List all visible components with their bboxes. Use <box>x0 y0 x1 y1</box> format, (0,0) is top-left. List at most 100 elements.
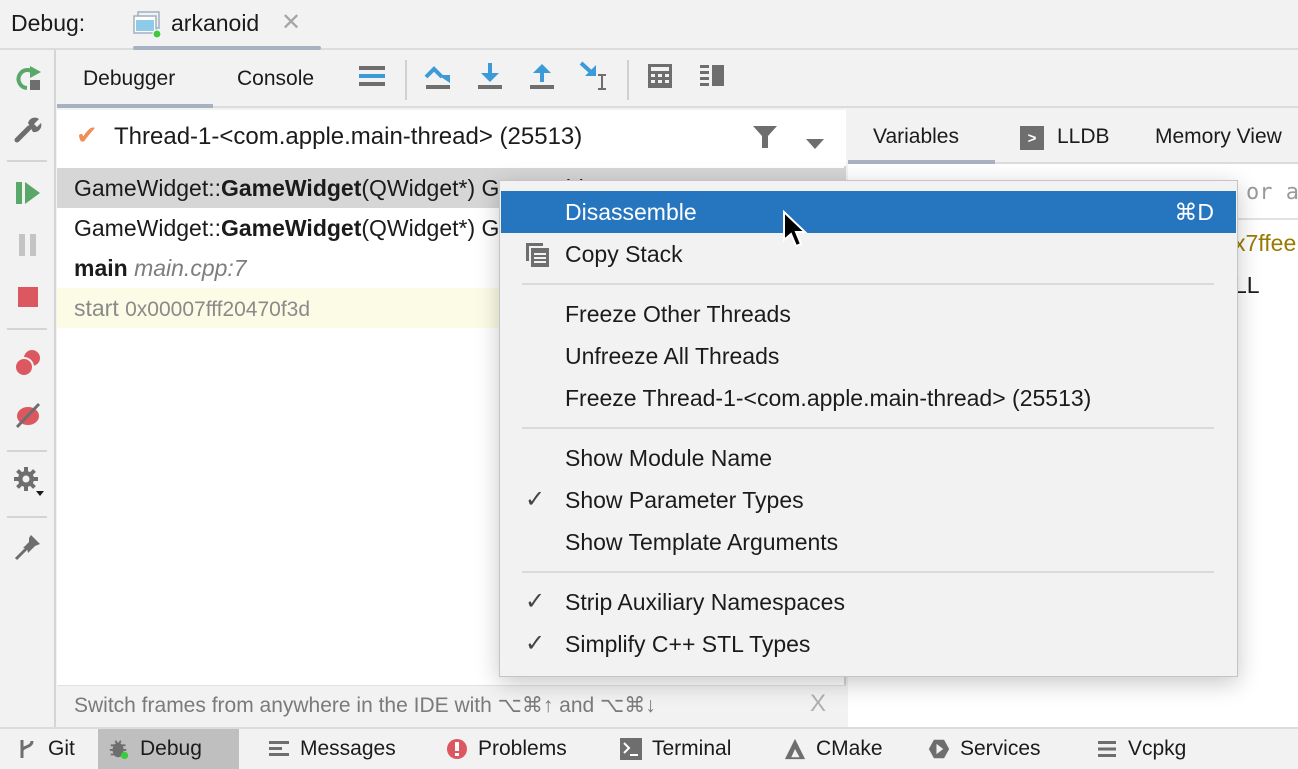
gear-icon <box>12 465 44 503</box>
menu-item-label: Show Parameter Types <box>565 487 804 513</box>
chevron-down-icon <box>804 130 826 156</box>
frame-function: GameWidget <box>221 215 362 241</box>
frame-address: 0x00007fff20470f3d <box>125 298 311 321</box>
menu-item-label: Freeze Thread-1-<com.apple.main-thread> … <box>565 385 1092 411</box>
evaluate-expression-button[interactable] <box>645 64 675 94</box>
messages-icon <box>268 738 290 760</box>
debug-label: Debug: <box>11 10 86 36</box>
frame-function: GameWidget <box>221 175 362 201</box>
toolbar-separator <box>627 60 629 100</box>
tool-window-cmake[interactable]: CMake <box>774 729 893 769</box>
menu-item-copy-stack[interactable]: Copy Stack <box>499 233 1238 275</box>
step-into-button[interactable] <box>475 62 505 96</box>
resume-button[interactable] <box>10 178 46 214</box>
tool-window-debug[interactable]: Debug <box>98 729 239 769</box>
close-icon[interactable]: ✕ <box>281 8 301 37</box>
menu-item-label: Simplify C++ STL Types <box>565 631 811 657</box>
problems-icon <box>446 738 468 760</box>
layout-settings-button[interactable] <box>697 64 727 94</box>
tool-window-vcpkg[interactable]: Vcpkg <box>1086 729 1196 769</box>
close-hint-icon[interactable]: X <box>810 690 826 718</box>
filter-button[interactable] <box>752 124 778 150</box>
view-breakpoints-button[interactable] <box>10 348 46 384</box>
variable-value[interactable]: x7ffee <box>1234 230 1296 257</box>
menu-separator <box>522 283 1214 285</box>
tool-window-label: Terminal <box>652 737 732 760</box>
menu-item-show-parameter-types[interactable]: ✓ Show Parameter Types <box>499 479 1238 521</box>
checkmark-icon: ✓ <box>525 588 546 615</box>
mute-breakpoints-button[interactable] <box>10 400 46 436</box>
stop-icon <box>17 286 39 314</box>
tab-console[interactable]: Console <box>237 67 314 91</box>
frame-class: GameWidget:: <box>74 215 221 241</box>
bug-icon <box>108 738 130 760</box>
hint-text: Switch frames from anywhere in the IDE w… <box>74 694 656 717</box>
run-to-cursor-button[interactable] <box>579 61 609 97</box>
menu-item-show-template-arguments[interactable]: Show Template Arguments <box>499 521 1238 563</box>
menu-item-label: Show Module Name <box>565 445 773 471</box>
tab-memory-view[interactable]: Memory View <box>1155 125 1282 149</box>
tool-window-git[interactable]: Git <box>6 729 85 769</box>
session-tab-arkanoid[interactable]: arkanoid ✕ <box>133 0 321 50</box>
settings-menu-button[interactable] <box>10 466 46 502</box>
pause-button[interactable] <box>10 230 46 266</box>
run-to-cursor-icon <box>579 61 609 97</box>
toolbar-separator <box>7 160 47 162</box>
layout-icon <box>699 63 725 95</box>
active-tab-indicator <box>848 160 995 164</box>
calculator-icon <box>647 63 673 95</box>
thread-dropdown-button[interactable] <box>804 130 826 149</box>
git-branch-icon <box>16 738 38 760</box>
tool-window-label: Services <box>960 737 1041 760</box>
menu-item-show-module-name[interactable]: Show Module Name <box>499 437 1238 479</box>
copy-icon <box>525 242 551 268</box>
stop-button[interactable] <box>10 282 46 318</box>
menu-item-strip-auxiliary-namespaces[interactable]: ✓ Strip Auxiliary Namespaces <box>499 581 1238 623</box>
toolbar-separator <box>7 516 47 518</box>
tool-window-label: CMake <box>816 737 883 760</box>
tab-lldb[interactable]: LLDB <box>1057 125 1110 149</box>
frame-function: main <box>74 255 128 281</box>
step-out-icon <box>528 62 556 96</box>
tab-debugger[interactable]: Debugger <box>83 67 175 91</box>
step-out-button[interactable] <box>527 64 557 94</box>
tool-window-services[interactable]: Services <box>918 729 1051 769</box>
wrench-icon <box>14 115 42 149</box>
thread-name[interactable]: Thread-1-<com.apple.main-thread> (25513) <box>114 123 582 151</box>
rerun-button[interactable] <box>10 62 46 98</box>
resume-icon <box>14 179 42 213</box>
checkmark-icon: ✓ <box>525 630 546 657</box>
show-execution-point-button[interactable] <box>357 64 387 94</box>
vcpkg-icon <box>1096 738 1118 760</box>
pause-icon <box>16 232 40 264</box>
menu-item-freeze-thread[interactable]: Freeze Thread-1-<com.apple.main-thread> … <box>499 377 1238 419</box>
tool-window-label: Vcpkg <box>1128 737 1187 760</box>
session-tab-label: arkanoid <box>171 10 260 36</box>
menu-item-unfreeze-all-threads[interactable]: Unfreeze All Threads <box>499 335 1238 377</box>
tool-window-label: Problems <box>478 737 567 760</box>
menu-item-disassemble[interactable]: Disassemble ⌘D <box>501 191 1236 233</box>
frames-icon <box>359 65 385 93</box>
debug-left-toolbar <box>0 50 56 727</box>
frame-function: start <box>74 295 126 321</box>
menu-item-freeze-other-threads[interactable]: Freeze Other Threads <box>499 293 1238 335</box>
step-over-icon <box>424 62 452 96</box>
evaluate-placeholder: or a <box>1246 180 1298 205</box>
tab-variables[interactable]: Variables <box>873 125 959 149</box>
step-into-icon <box>476 62 504 96</box>
menu-item-shortcut: ⌘D <box>1174 199 1214 225</box>
pin-tab-button[interactable] <box>10 532 46 568</box>
step-over-button[interactable] <box>423 64 453 94</box>
app-window-icon <box>133 10 162 39</box>
frame-location: main.cpp:7 <box>134 255 247 281</box>
tool-window-problems[interactable]: Problems <box>436 729 577 769</box>
tool-window-terminal[interactable]: Terminal <box>610 729 741 769</box>
tool-window-messages[interactable]: Messages <box>258 729 406 769</box>
menu-separator <box>522 427 1214 429</box>
debugger-toolbar: Debugger Console <box>57 50 1298 108</box>
cmake-icon <box>784 738 806 760</box>
menu-item-simplify-stl-types[interactable]: ✓ Simplify C++ STL Types <box>499 623 1238 665</box>
settings-button[interactable] <box>10 114 46 150</box>
menu-item-label: Strip Auxiliary Namespaces <box>565 589 845 615</box>
terminal-icon <box>620 738 642 760</box>
